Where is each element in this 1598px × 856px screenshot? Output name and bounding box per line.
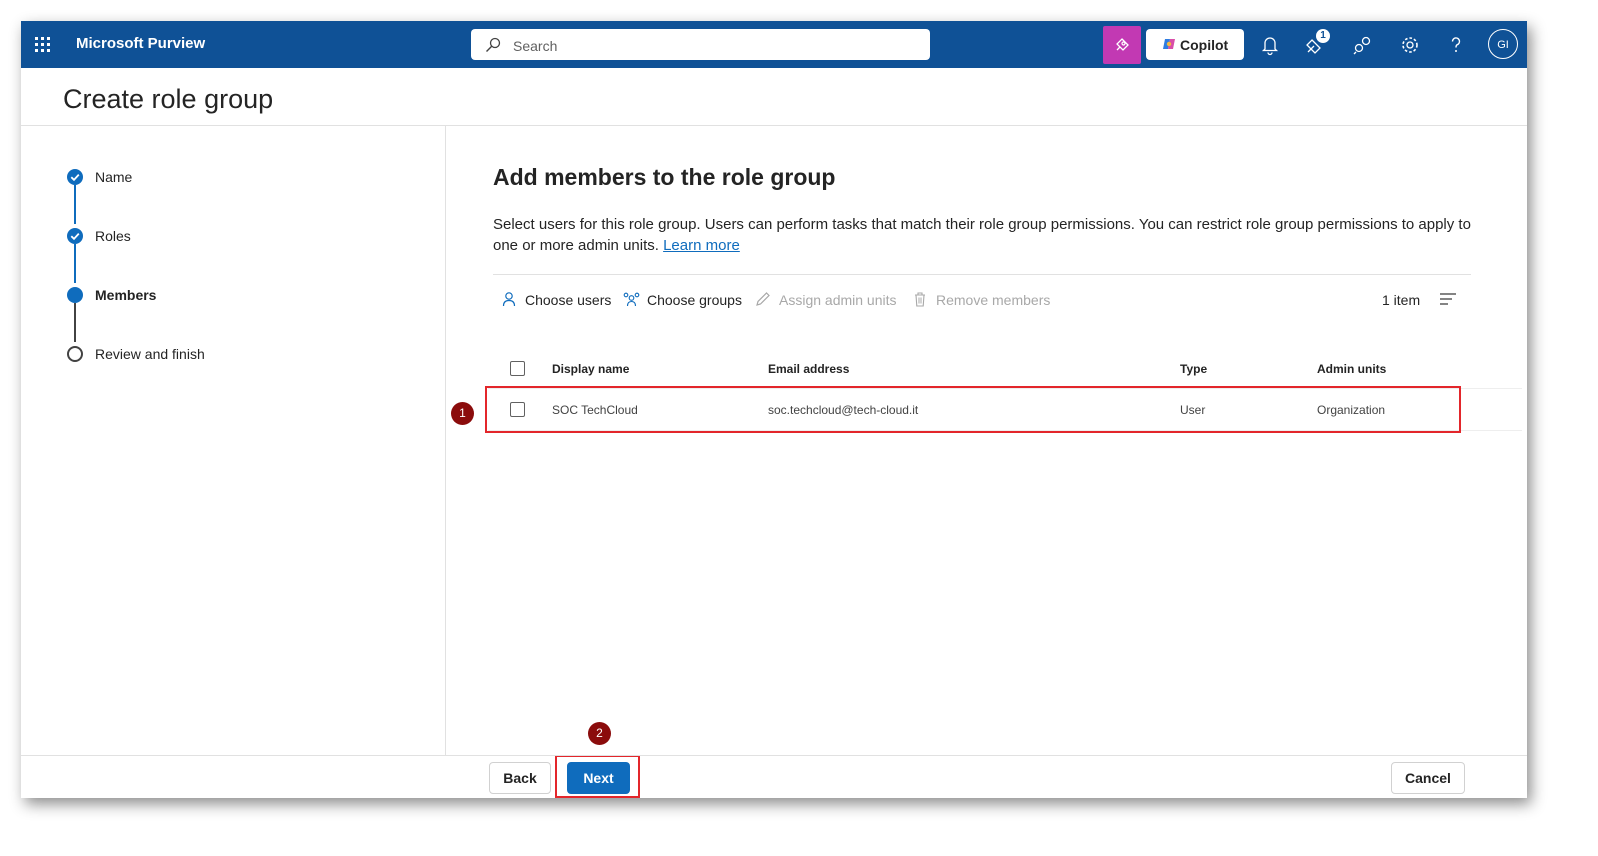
help-icon[interactable] [1445,34,1467,56]
column-header-type[interactable]: Type [1180,362,1207,376]
step-connector [74,244,76,283]
search-input[interactable]: Search [513,38,557,54]
assign-admin-units-label: Assign admin units [779,292,897,308]
step-marker-2: 2 [588,722,611,745]
pending-step-dot [67,346,83,362]
checkmark-icon [67,169,83,185]
avatar[interactable]: GI [1488,29,1518,59]
remove-members-label: Remove members [936,292,1051,308]
column-header-email[interactable]: Email address [768,362,849,376]
app-title[interactable]: Microsoft Purview [76,35,205,52]
panel-divider [445,126,446,756]
bell-icon[interactable] [1259,34,1281,56]
cancel-button[interactable]: Cancel [1391,762,1465,794]
pencil-icon [756,292,770,306]
choose-users-label: Choose users [525,292,612,308]
filter-icon[interactable] [1440,292,1456,306]
people-group-icon [623,292,640,307]
gear-icon[interactable] [1399,34,1421,56]
step-label: Review and finish [95,346,205,362]
command-bar-divider [493,274,1471,275]
select-all-checkbox[interactable] [510,361,525,376]
step-connector [74,185,76,224]
share-icon[interactable] [1352,34,1374,56]
checkmark-icon [67,228,83,244]
search-icon [486,37,501,52]
learn-more-link[interactable]: Learn more [663,237,740,254]
app-launcher-icon[interactable] [35,37,51,53]
trash-icon [915,292,925,307]
step-marker-1: 1 [451,402,474,425]
item-count: 1 item [1382,292,1421,308]
step-label: Roles [95,228,131,244]
notification-badge: 1 [1316,29,1330,43]
page-title: Create role group [63,84,274,114]
step-label: Name [95,169,133,185]
section-description: Select users for this role group. Users … [493,214,1483,256]
section-heading: Add members to the role group [493,164,836,190]
step-label: Members [95,287,157,303]
copilot-label: Copilot [1180,37,1229,53]
step-connector [74,303,76,342]
next-button[interactable]: Next [567,762,630,794]
copilot-prompt-button[interactable] [1103,26,1141,64]
choose-groups-label: Choose groups [647,292,742,308]
header-divider [21,125,1527,126]
search-box[interactable]: Search [471,29,930,60]
row-highlight-box [485,386,1461,433]
copilot-logo-icon [1163,39,1175,49]
column-header-display-name[interactable]: Display name [552,362,629,376]
back-button[interactable]: Back [489,762,551,794]
purview-window: Microsoft Purview Search Copilot 1 GI Cr… [21,21,1527,798]
column-header-admin-units[interactable]: Admin units [1317,362,1386,376]
copilot-button[interactable]: Copilot [1146,29,1244,60]
description-text: Select users for this role group. Users … [493,216,1471,254]
footer-divider [21,755,1527,756]
top-bar: Microsoft Purview Search Copilot 1 GI [21,21,1527,68]
person-icon [502,292,516,307]
current-step-dot [67,287,83,303]
copilot-prompt-icon [1116,38,1129,51]
